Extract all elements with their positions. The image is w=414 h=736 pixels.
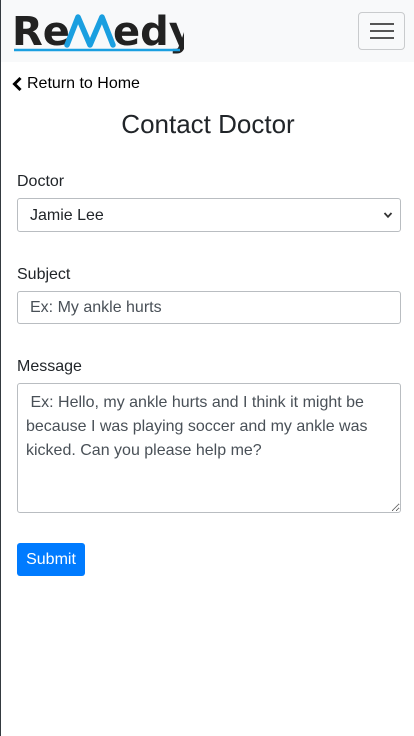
message-label: Message bbox=[17, 358, 82, 375]
chevron-down-icon bbox=[383, 212, 393, 219]
doctor-select[interactable]: Jamie Lee bbox=[17, 198, 401, 232]
navbar-toggle-button[interactable] bbox=[358, 12, 405, 50]
hamburger-menu-icon bbox=[370, 23, 394, 39]
submit-button[interactable]: Submit bbox=[17, 543, 85, 576]
brand-logo-right-text: edy bbox=[113, 9, 184, 55]
heartbeat-m-icon bbox=[64, 14, 116, 48]
doctor-select-value: Jamie Lee bbox=[30, 207, 104, 224]
subject-label: Subject bbox=[17, 266, 71, 283]
subject-input[interactable] bbox=[17, 291, 401, 324]
brand-logo-left-text: Re bbox=[12, 9, 70, 55]
chevron-left-icon bbox=[12, 76, 22, 92]
navbar: Re edy bbox=[1, 0, 414, 62]
page-title: Contact Doctor bbox=[121, 109, 295, 139]
doctor-label: Doctor bbox=[17, 173, 65, 190]
return-home-label: Return to Home bbox=[27, 75, 140, 92]
return-home-link[interactable]: Return to Home bbox=[12, 73, 140, 95]
brand-logo[interactable]: Re edy bbox=[12, 9, 184, 55]
message-textarea[interactable] bbox=[17, 383, 401, 513]
